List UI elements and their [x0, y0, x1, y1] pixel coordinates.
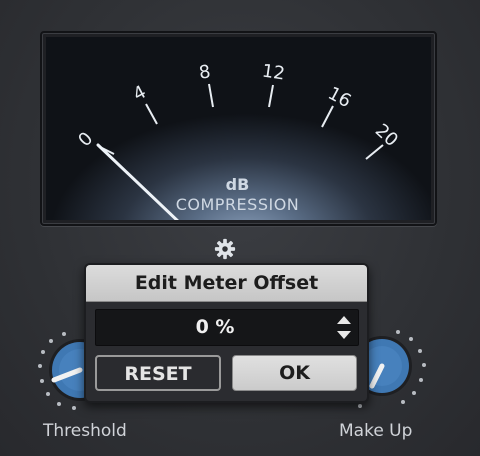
- stepper-up-icon: [337, 316, 351, 324]
- stepper-down-icon: [337, 331, 351, 339]
- meter-caption: COMPRESSION: [175, 195, 300, 214]
- dialog-title: Edit Meter Offset: [86, 265, 367, 302]
- makeup-label: Make Up: [339, 421, 413, 441]
- reset-button[interactable]: RESET: [95, 355, 221, 391]
- gear-icon[interactable]: [214, 238, 236, 260]
- threshold-label: Threshold: [43, 421, 127, 441]
- edit-meter-offset-dialog: Edit Meter Offset 0 % RESET OK: [84, 263, 369, 403]
- tick-20: [365, 144, 384, 160]
- offset-value-field[interactable]: 0 %: [95, 309, 359, 346]
- tick-16: [321, 105, 334, 128]
- tick-12: [268, 84, 274, 108]
- offset-stepper[interactable]: [336, 314, 352, 341]
- tick-4: [145, 103, 158, 125]
- compression-meter: 0 4 8 12 16 20 dB COMPRESSION: [40, 31, 437, 226]
- offset-value-text: 0 %: [195, 316, 235, 338]
- meter-unit: dB: [225, 175, 250, 194]
- scale-label-12: 12: [260, 60, 287, 85]
- meter-face: 0 4 8 12 16 20 dB COMPRESSION: [46, 37, 431, 220]
- ok-button[interactable]: OK: [232, 355, 357, 391]
- tick-8: [208, 83, 214, 108]
